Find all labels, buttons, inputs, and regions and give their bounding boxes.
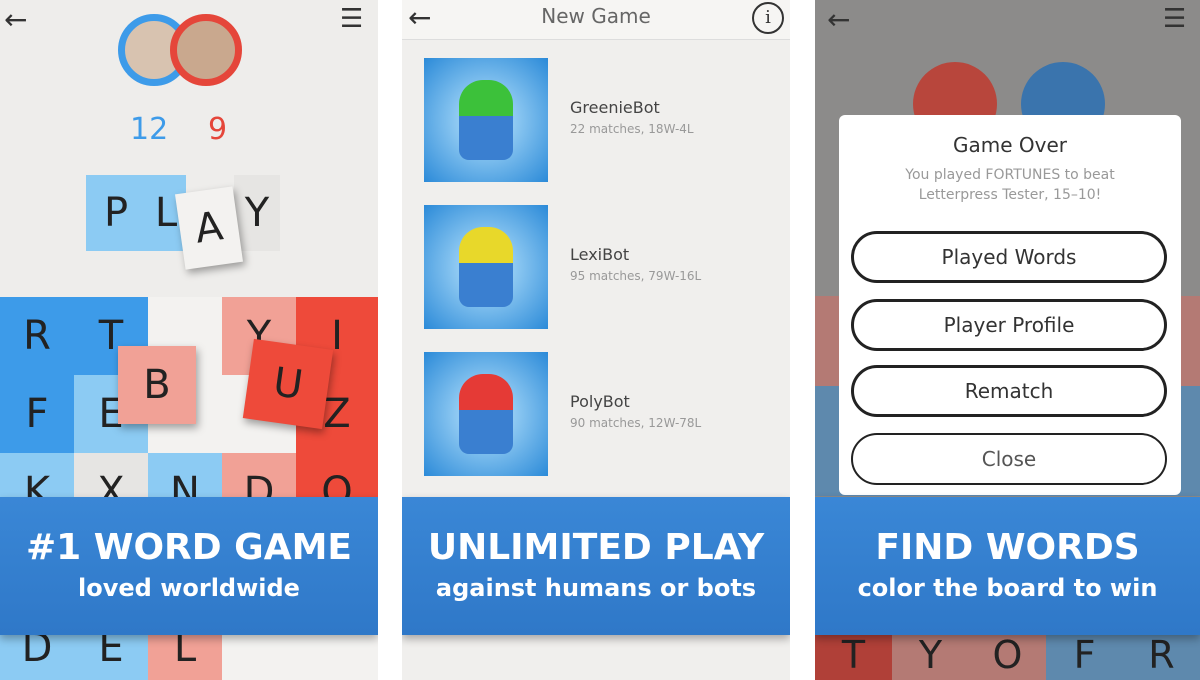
menu-icon[interactable]: ☰	[1163, 6, 1186, 32]
bot-name: PolyBot	[570, 392, 630, 411]
dialog-message: You played FORTUNES to beat Letterpress …	[905, 167, 1115, 203]
board-tile[interactable]: R	[0, 297, 74, 375]
floating-tile-b[interactable]: B	[118, 346, 196, 424]
back-arrow-icon[interactable]: ←	[4, 6, 27, 34]
banner-headline: FIND WORDS	[875, 527, 1140, 568]
bot-stats: 22 matches, 18W-4L	[570, 122, 694, 136]
bot-avatar	[424, 205, 548, 329]
dialog-title: Game Over	[952, 133, 1067, 157]
score-red: 9	[208, 112, 228, 147]
back-arrow-icon[interactable]: ←	[827, 6, 850, 34]
info-icon[interactable]: i	[752, 2, 784, 34]
floating-tile-u[interactable]: U	[242, 338, 334, 430]
board-tile: Y	[892, 630, 969, 680]
play-tile: A	[174, 186, 244, 270]
promo-banner: #1 WORD GAME loved worldwide	[0, 497, 378, 635]
banner-subtitle: against humans or bots	[435, 574, 757, 602]
play-tile: P	[86, 175, 146, 251]
new-game-screen: ← New Game i GreenieBot 22 matches, 18W-…	[402, 0, 790, 680]
promo-banner: UNLIMITED PLAY against humans or bots	[402, 497, 790, 635]
bot-avatar	[424, 352, 548, 476]
robot-icon	[459, 227, 513, 307]
board-tile: T	[815, 630, 892, 680]
avatar-red-player[interactable]	[170, 14, 242, 86]
game-board-screen: ← ☰ 12 9 P L Y A RTYIFEZKXNDODEL B U #1 …	[0, 0, 378, 680]
banner-subtitle: color the board to win	[857, 574, 1158, 602]
board-bottom-row: TYOFR	[815, 630, 1200, 680]
rematch-button[interactable]: Rematch	[851, 365, 1167, 417]
banner-subtitle: loved worldwide	[78, 574, 300, 602]
played-words-button[interactable]: Played Words	[851, 231, 1167, 283]
close-button[interactable]: Close	[851, 433, 1167, 485]
robot-icon	[459, 80, 513, 160]
bot-avatar	[424, 58, 548, 182]
banner-headline: #1 WORD GAME	[25, 527, 353, 568]
play-tile: Y	[234, 175, 280, 251]
banner-headline: UNLIMITED PLAY	[427, 527, 765, 568]
promo-banner: FIND WORDS color the board to win	[815, 497, 1200, 635]
score-blue: 12	[130, 112, 169, 147]
menu-icon[interactable]: ☰	[340, 6, 363, 32]
game-over-screen: ← ☰ TYOFR Game Over You played FORTUNES …	[815, 0, 1200, 680]
board-tile[interactable]: F	[0, 375, 74, 453]
board-tile: O	[969, 630, 1046, 680]
board-tile: F	[1046, 630, 1123, 680]
bot-stats: 90 matches, 12W-78L	[570, 416, 702, 430]
game-over-dialog: Game Over You played FORTUNES to beat Le…	[839, 115, 1181, 495]
bot-stats: 95 matches, 79W-16L	[570, 269, 702, 283]
bot-name: LexiBot	[570, 245, 630, 264]
player-profile-button[interactable]: Player Profile	[851, 299, 1167, 351]
board-tile: R	[1123, 630, 1200, 680]
bot-name: GreenieBot	[570, 98, 660, 117]
robot-icon	[459, 374, 513, 454]
page-title: New Game	[541, 4, 651, 28]
